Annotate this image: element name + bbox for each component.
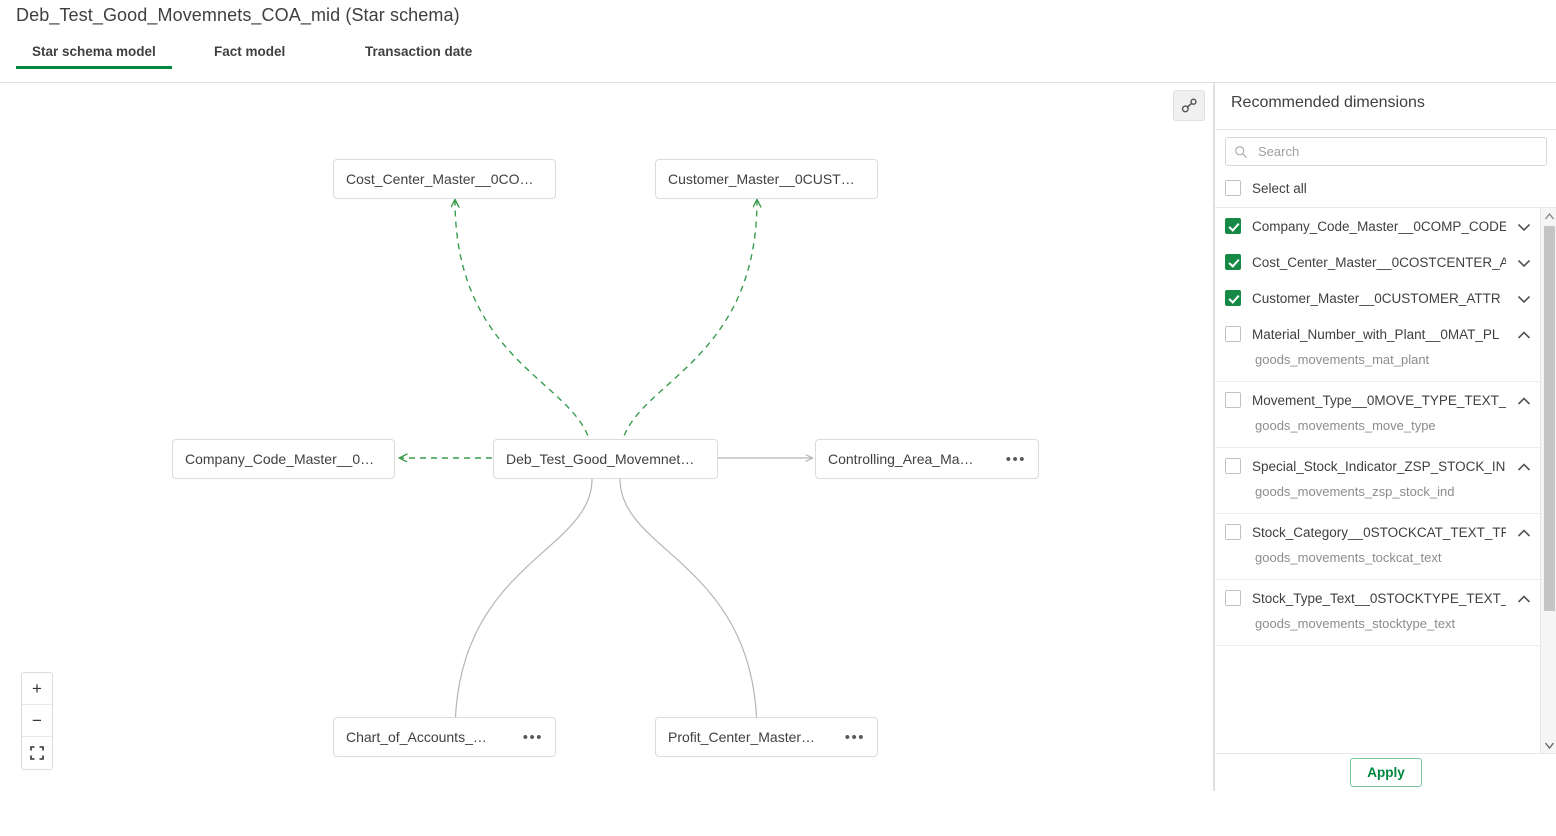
dimension-group: Special_Stock_Indicator_ZSP_STOCK_INgood… — [1215, 448, 1541, 514]
apply-bar: Apply — [1215, 753, 1556, 791]
panel-title-divider — [1215, 129, 1556, 130]
dimension-checkbox[interactable] — [1225, 590, 1241, 606]
dimension-row[interactable]: Customer_Master__0CUSTOMER_ATTR — [1215, 280, 1541, 316]
chevron-up-icon[interactable] — [1517, 525, 1531, 539]
scrollbar-thumb[interactable] — [1544, 226, 1555, 611]
star-schema-canvas[interactable]: Cost_Center_Master__0CO… Customer_Master… — [0, 83, 1214, 791]
node-company-code-master[interactable]: Company_Code_Master__0… — [172, 439, 395, 479]
select-all-label: Select all — [1252, 181, 1307, 196]
dimension-group: Movement_Type__0MOVE_TYPE_TEXT_T goods_mo… — [1215, 382, 1541, 448]
node-label: Deb_Test_Good_Movemnet… — [506, 451, 705, 467]
node-label: Customer_Master__0CUST… — [668, 171, 865, 187]
dimension-source-table: goods_movements_move_type — [1215, 418, 1541, 447]
dimension-source-table: goods_movements_zsp_stock_ind — [1215, 484, 1541, 513]
chevron-down-icon[interactable] — [1517, 255, 1531, 269]
zoom-out-button[interactable]: − — [22, 705, 52, 737]
dimension-checkbox[interactable] — [1225, 254, 1241, 270]
dimension-row[interactable]: Movement_Type__0MOVE_TYPE_TEXT_T — [1215, 382, 1541, 418]
zoom-in-button[interactable]: + — [22, 673, 52, 705]
link-icon — [1181, 97, 1198, 114]
dimension-group: Stock_Type_Text__0STOCKTYPE_TEXT_T goods_… — [1215, 580, 1541, 646]
dimension-group: Cost_Center_Master__0COSTCENTER_AT — [1215, 244, 1541, 280]
node-chart-of-accounts[interactable]: Chart_of_Accounts_… ••• — [333, 717, 556, 757]
dimension-checkbox[interactable] — [1225, 218, 1241, 234]
dimension-group: Stock_Category__0STOCKCAT_TEXT_TF goods_m… — [1215, 514, 1541, 580]
dimension-row[interactable]: Special_Stock_Indicator_ZSP_STOCK_IN — [1215, 448, 1541, 484]
select-all-checkbox[interactable] — [1225, 180, 1241, 196]
node-cost-center-master[interactable]: Cost_Center_Master__0CO… — [333, 159, 556, 199]
dimensions-list[interactable]: Company_Code_Master__0COMP_CODE_ Cost_Cen… — [1215, 208, 1541, 836]
page-title: Deb_Test_Good_Movemnets_COA_mid (Star sc… — [16, 5, 460, 26]
dimension-name: Customer_Master__0CUSTOMER_ATTR — [1252, 291, 1506, 306]
dimension-group: Material_Number_with_Plant__0MAT_PLgoods… — [1215, 316, 1541, 382]
chevron-up-icon[interactable] — [1517, 459, 1531, 473]
chevron-down-icon[interactable] — [1517, 291, 1531, 305]
dimension-source-table: goods_movements_mat_plant — [1215, 352, 1541, 381]
dimension-name: Movement_Type__0MOVE_TYPE_TEXT_T — [1252, 393, 1506, 408]
relationship-edges — [0, 83, 1214, 791]
dimension-name: Material_Number_with_Plant__0MAT_PL — [1252, 327, 1506, 342]
tab-star-schema-model[interactable]: Star schema model — [32, 44, 156, 69]
node-menu-icon[interactable]: ••• — [1006, 452, 1026, 467]
dimension-name: Company_Code_Master__0COMP_CODE_ — [1252, 219, 1506, 234]
chevron-up-icon[interactable] — [1517, 327, 1531, 341]
dimension-name: Special_Stock_Indicator_ZSP_STOCK_IN — [1252, 459, 1506, 474]
scroll-up-arrow[interactable] — [1541, 208, 1556, 224]
tab-bar: Star schema model Fact model Transaction… — [0, 44, 1556, 74]
dimension-name: Cost_Center_Master__0COSTCENTER_AT — [1252, 255, 1506, 270]
fit-to-screen-button[interactable] — [22, 737, 52, 769]
zoom-controls[interactable]: + − — [21, 672, 53, 770]
chevron-up-icon — [1545, 213, 1554, 220]
node-label: Chart_of_Accounts_… — [346, 729, 513, 745]
tab-transaction-date[interactable]: Transaction date — [365, 44, 472, 69]
dimension-row[interactable]: Stock_Category__0STOCKCAT_TEXT_TF — [1215, 514, 1541, 550]
apply-button[interactable]: Apply — [1350, 758, 1422, 787]
node-label: Profit_Center_Master… — [668, 729, 835, 745]
node-label: Controlling_Area_Ma… — [828, 451, 996, 467]
search-icon — [1234, 145, 1248, 159]
dimensions-search-box[interactable] — [1225, 137, 1547, 166]
chevron-down-icon — [1545, 742, 1554, 749]
dimension-row[interactable]: Cost_Center_Master__0COSTCENTER_AT — [1215, 244, 1541, 280]
dimension-name: Stock_Category__0STOCKCAT_TEXT_TF — [1252, 525, 1506, 540]
fit-to-screen-icon — [30, 746, 44, 760]
chevron-up-icon[interactable] — [1517, 393, 1531, 407]
dimension-checkbox[interactable] — [1225, 392, 1241, 408]
dimension-row[interactable]: Company_Code_Master__0COMP_CODE_ — [1215, 208, 1541, 244]
dimension-group: Company_Code_Master__0COMP_CODE_ — [1215, 208, 1541, 244]
dimension-row[interactable]: Stock_Type_Text__0STOCKTYPE_TEXT_T — [1215, 580, 1541, 616]
dimensions-search-input[interactable] — [1256, 143, 1538, 160]
chevron-down-icon[interactable] — [1517, 219, 1531, 233]
node-menu-icon[interactable]: ••• — [523, 730, 543, 745]
dimension-name: Stock_Type_Text__0STOCKTYPE_TEXT_T — [1252, 591, 1506, 606]
show-relationships-button[interactable] — [1173, 90, 1205, 121]
recommended-dimensions-panel: Recommended dimensions Select all Compan… — [1214, 83, 1556, 791]
node-label: Company_Code_Master__0… — [185, 451, 382, 467]
dimension-source-table: goods_movements_tockcat_text — [1215, 550, 1541, 579]
node-controlling-area-master[interactable]: Controlling_Area_Ma… ••• — [815, 439, 1039, 479]
panel-title: Recommended dimensions — [1231, 94, 1425, 112]
dimension-checkbox[interactable] — [1225, 524, 1241, 540]
node-menu-icon[interactable]: ••• — [845, 730, 865, 745]
dimension-row[interactable]: Material_Number_with_Plant__0MAT_PL — [1215, 316, 1541, 352]
dimension-group: Customer_Master__0CUSTOMER_ATTR — [1215, 280, 1541, 316]
dimension-source-table: goods_movements_stocktype_text — [1215, 616, 1541, 645]
node-profit-center-master[interactable]: Profit_Center_Master… ••• — [655, 717, 878, 757]
dimension-checkbox[interactable] — [1225, 326, 1241, 342]
dimension-checkbox[interactable] — [1225, 290, 1241, 306]
chevron-up-icon[interactable] — [1517, 591, 1531, 605]
node-label: Cost_Center_Master__0CO… — [346, 171, 543, 187]
node-customer-master[interactable]: Customer_Master__0CUST… — [655, 159, 878, 199]
dimensions-scrollbar[interactable] — [1540, 208, 1556, 753]
node-fact-table[interactable]: Deb_Test_Good_Movemnet… — [493, 439, 718, 479]
select-all-row[interactable]: Select all — [1225, 180, 1307, 196]
scroll-down-arrow[interactable] — [1541, 737, 1556, 753]
tab-fact-model[interactable]: Fact model — [214, 44, 285, 69]
dimension-checkbox[interactable] — [1225, 458, 1241, 474]
